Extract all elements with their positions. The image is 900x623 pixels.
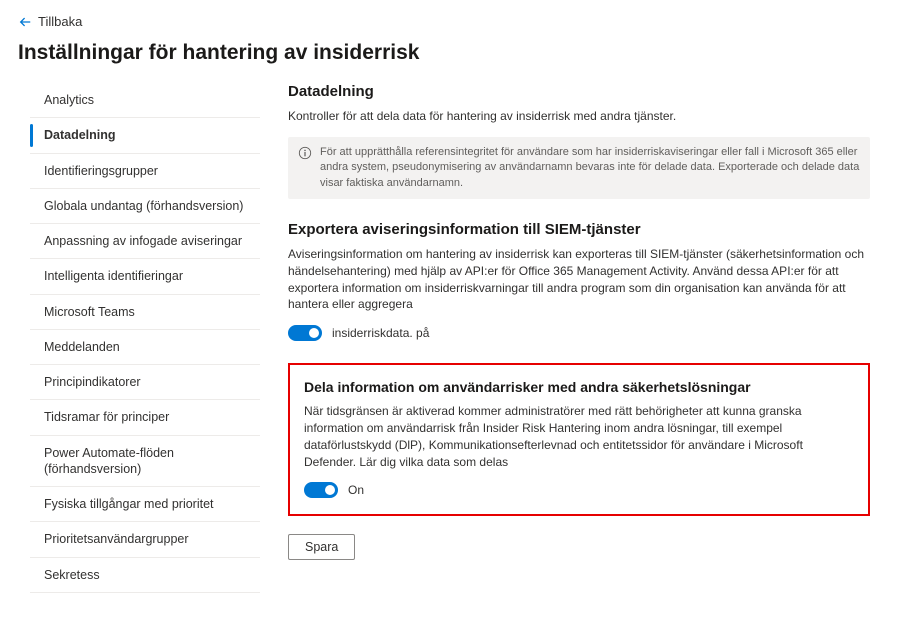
sidebar-item-globala-undantag[interactable]: Globala undantag (förhandsversion) [30, 189, 260, 224]
section-description: Aviseringsinformation om hantering av in… [288, 246, 870, 313]
sidebar-item-principindikatorer[interactable]: Principindikatorer [30, 365, 260, 400]
sidebar-item-label: Analytics [44, 93, 94, 107]
back-link[interactable]: Tillbaka [0, 0, 100, 33]
sidebar-item-power-automate[interactable]: Power Automate-flöden (förhandsversion) [30, 436, 260, 488]
sidebar-item-label: Intelligenta identifieringar [44, 269, 183, 283]
sidebar-item-datadelning[interactable]: Datadelning [30, 118, 260, 153]
settings-content: Datadelning Kontroller för att dela data… [288, 83, 900, 593]
section-title: Exportera aviseringsinformation till SIE… [288, 221, 870, 238]
section-title: Dela information om användarrisker med a… [304, 379, 854, 395]
sidebar-item-identifieringsgrupper[interactable]: Identifieringsgrupper [30, 154, 260, 189]
sidebar-item-label: Fysiska tillgångar med prioritet [44, 497, 214, 511]
info-icon [298, 146, 312, 160]
section-datadelning: Datadelning Kontroller för att dela data… [288, 83, 870, 199]
save-button[interactable]: Spara [288, 534, 355, 560]
back-label: Tillbaka [38, 14, 82, 29]
sidebar-item-sekretess[interactable]: Sekretess [30, 558, 260, 593]
sidebar-item-label: Datadelning [44, 128, 116, 142]
info-text: För att upprätthålla referensintegritet … [320, 145, 860, 191]
info-banner: För att upprätthålla referensintegritet … [288, 137, 870, 199]
sidebar-item-label: Identifieringsgrupper [44, 164, 158, 178]
section-siem-export: Exportera aviseringsinformation till SIE… [288, 221, 870, 341]
toggle-label: On [348, 483, 364, 497]
toggle-label: insiderriskdata. på [332, 326, 429, 340]
section-description: När tidsgränsen är aktiverad kommer admi… [304, 403, 854, 470]
sidebar-item-analytics[interactable]: Analytics [30, 83, 260, 118]
sidebar-item-meddelanden[interactable]: Meddelanden [30, 330, 260, 365]
sidebar-item-label: Prioritetsanvändargrupper [44, 532, 189, 546]
sidebar-item-label: Principindikatorer [44, 375, 141, 389]
sidebar-item-label: Sekretess [44, 568, 100, 582]
sidebar-item-label: Microsoft Teams [44, 305, 135, 319]
sidebar-item-label: Anpassning av infogade aviseringar [44, 234, 242, 248]
sidebar-item-label: Tidsramar för principer [44, 410, 169, 424]
sidebar-item-fysiska-tillgangar[interactable]: Fysiska tillgångar med prioritet [30, 487, 260, 522]
page-title: Inställningar för hantering av insiderri… [0, 33, 900, 83]
section-title: Datadelning [288, 83, 870, 100]
siem-export-toggle[interactable] [288, 325, 322, 341]
sidebar-item-label: Globala undantag (förhandsversion) [44, 199, 243, 213]
sidebar-item-microsoft-teams[interactable]: Microsoft Teams [30, 295, 260, 330]
section-subtitle: Kontroller för att dela data för hanteri… [288, 108, 870, 125]
section-share-user-risk-highlight: Dela information om användarrisker med a… [288, 363, 870, 516]
sidebar-item-prioritetsanvandargrupper[interactable]: Prioritetsanvändargrupper [30, 522, 260, 557]
sidebar-item-tidsramar-principer[interactable]: Tidsramar för principer [30, 400, 260, 435]
sidebar-item-label: Power Automate-flöden (förhandsversion) [44, 446, 174, 476]
arrow-left-icon [18, 15, 32, 29]
sidebar-item-label: Meddelanden [44, 340, 120, 354]
sidebar-item-intelligenta-identifieringar[interactable]: Intelligenta identifieringar [30, 259, 260, 294]
share-user-risk-toggle[interactable] [304, 482, 338, 498]
settings-sidebar: Analytics Datadelning Identifieringsgrup… [30, 83, 260, 593]
sidebar-item-anpassning-aviseringar[interactable]: Anpassning av infogade aviseringar [30, 224, 260, 259]
